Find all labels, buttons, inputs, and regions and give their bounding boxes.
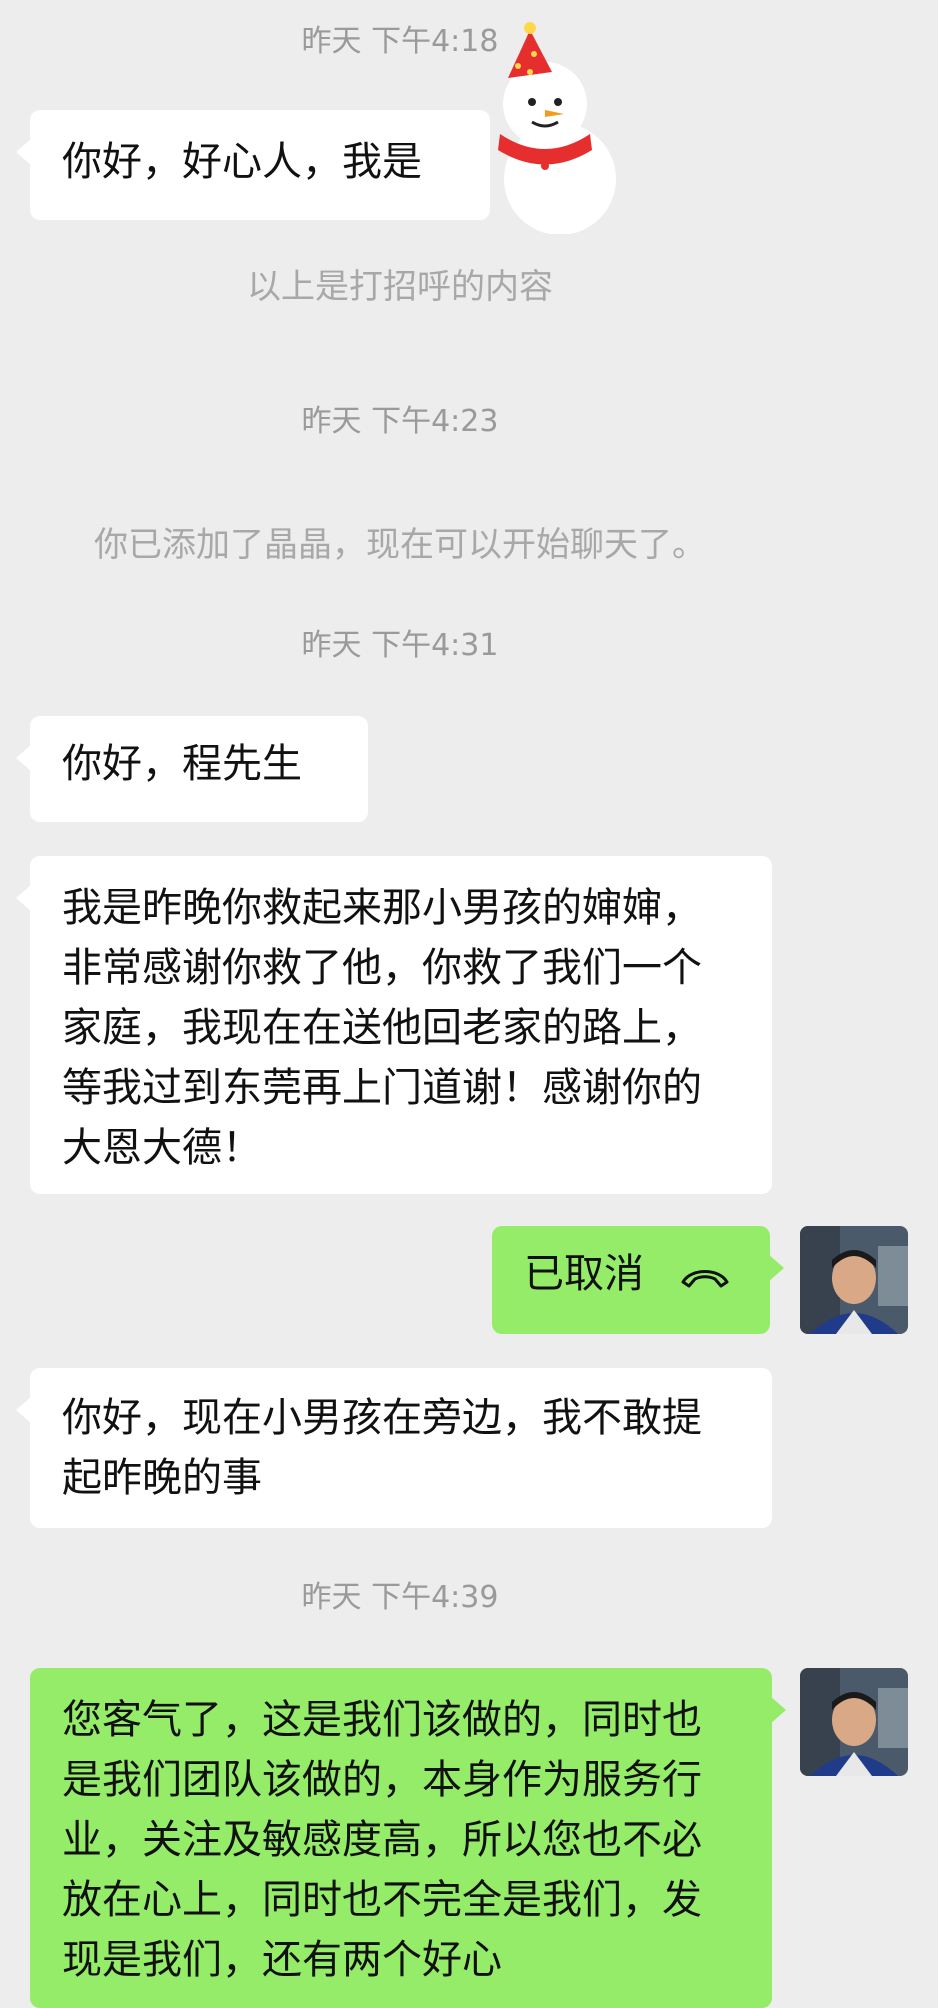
user-avatar-icon	[800, 1226, 908, 1334]
voice-call-cancelled-bubble[interactable]: 已取消	[492, 1226, 784, 1334]
system-notice-friend-added: 你已添加了晶晶，现在可以开始聊天了。	[94, 525, 706, 565]
timestamp: 昨天 下午4:39	[301, 1580, 499, 1615]
avatar[interactable]	[800, 1668, 908, 1776]
timestamp: 昨天 下午4:31	[301, 628, 499, 663]
message-bubble[interactable]: 你好，现在小男孩在旁边，我不敢提起昨晚的事	[16, 1368, 772, 1528]
message-bubble-outgoing[interactable]: 您客气了，这是我们该做的，同时也是我们团队该做的，本身作为服务行业，关注及敏感度…	[30, 1668, 786, 2008]
user-avatar-icon	[800, 1668, 908, 1776]
message-bubble-greeting[interactable]: 你好，好心人，我是	[16, 110, 490, 220]
call-status-text: 已取消	[524, 1251, 644, 1297]
message-text: 您客气了，这是我们该做的，同时也是我们团队该做的，本身作为服务行业，关注及敏感度…	[62, 1697, 702, 1983]
timestamp: 昨天 下午4:18	[301, 24, 499, 59]
phone-hangup-icon	[681, 1270, 729, 1288]
avatar[interactable]	[800, 1226, 908, 1334]
snowman-sticker-icon	[498, 22, 616, 234]
message-text: 你好，好心人，我是	[62, 139, 422, 185]
system-notice-greeting: 以上是打招呼的内容	[247, 267, 553, 307]
message-bubble[interactable]: 我是昨晚你救起来那小男孩的婶婶，非常感谢你救了他，你救了我们一个家庭，我现在在送…	[16, 856, 772, 1194]
message-bubble[interactable]: 你好，程先生	[16, 716, 368, 822]
message-text: 你好，程先生	[62, 741, 302, 787]
message-text: 你好，现在小男孩在旁边，我不敢提起昨晚的事	[62, 1395, 702, 1501]
timestamp: 昨天 下午4:23	[301, 404, 499, 439]
message-text: 我是昨晚你救起来那小男孩的婶婶，非常感谢你救了他，你救了我们一个家庭，我现在在送…	[62, 885, 702, 1171]
